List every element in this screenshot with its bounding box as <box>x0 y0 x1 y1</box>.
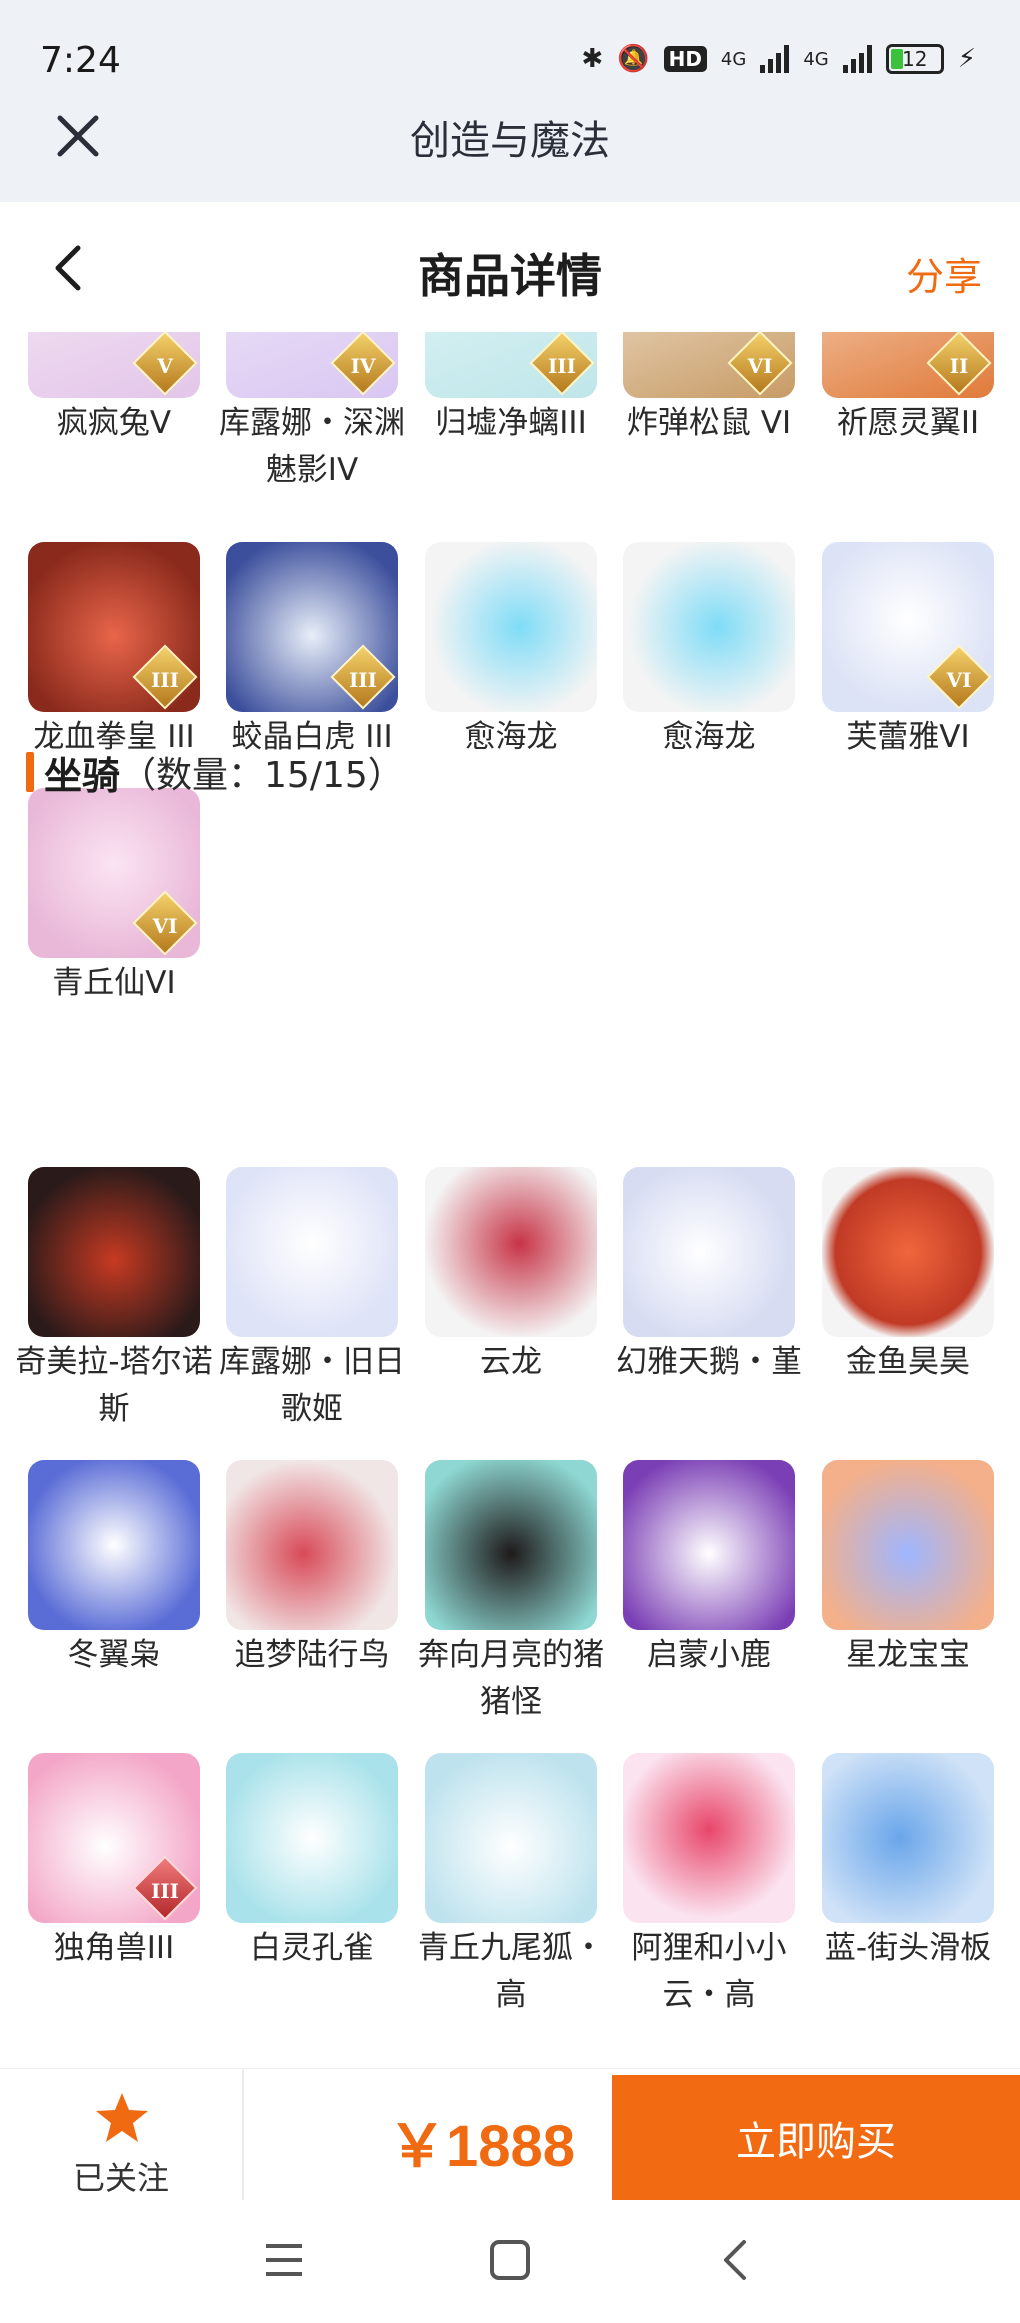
mount-name: 幻雅天鹅・堇 <box>616 1344 802 1380</box>
pet-name: 芙蕾雅VI <box>846 719 970 755</box>
pet-thumbnail <box>425 542 597 712</box>
home-icon[interactable] <box>480 2230 540 2290</box>
mount-name: 独角兽III <box>53 1930 175 1966</box>
pet-thumbnail: VI <box>28 788 200 958</box>
page-title: 商品详情 <box>418 249 602 303</box>
mount-name: 冬翼枭 <box>67 1637 161 1673</box>
top-bar: 7:24 ✱ 🔕 HD 4G 4G 12 ⚡ 创造与魔法 <box>0 0 1020 202</box>
page-header: 商品详情 分享 <box>0 202 1020 332</box>
pet-name: 青丘仙VI <box>52 965 176 1001</box>
network-label-1: 4G <box>720 48 747 70</box>
mount-thumbnail <box>623 1167 795 1337</box>
pet-thumbnail: V <box>28 332 200 398</box>
mount-thumbnail <box>226 1167 398 1337</box>
pet-thumbnail: VI <box>822 542 994 712</box>
mount-name: 蓝-街头滑板 <box>824 1930 992 1966</box>
mount-name: 启蒙小鹿 <box>647 1637 771 1673</box>
battery-icon: 12 <box>885 44 944 74</box>
mount-thumbnail <box>623 1753 795 1923</box>
mount-name: 追梦陆行鸟 <box>234 1637 390 1673</box>
mount-name: 奔向月亮的猪猪怪 <box>418 1637 604 1720</box>
menu-icon[interactable] <box>254 2230 314 2290</box>
network-label-2: 4G <box>803 48 829 70</box>
item-list[interactable]: V 疯疯兔V IV 库露娜・深渊魅影IV III 归墟净螭III VI 炸弹松鼠… <box>0 332 1020 2068</box>
mount-name: 金鱼昊昊 <box>846 1344 970 1380</box>
mount-name: 云龙 <box>480 1344 542 1380</box>
signal-icon <box>842 45 872 73</box>
pet-thumbnail: VI <box>623 332 795 398</box>
bluetooth-icon: ✱ <box>581 44 604 74</box>
mount-name: 奇美拉-塔尔诺斯 <box>15 1344 213 1427</box>
follow-button[interactable]: 已关注 <box>0 2069 244 2201</box>
mount-thumbnail <box>425 1460 597 1630</box>
system-nav-bar <box>0 2200 1020 2323</box>
follow-label: 已关注 <box>72 2159 169 2197</box>
buy-now-button[interactable]: 立即购买 <box>612 2075 1020 2201</box>
hd-icon: HD <box>663 46 707 72</box>
mount-name: 白灵孔雀 <box>250 1930 374 1966</box>
mount-name: 库露娜・旧日歌姬 <box>219 1344 405 1427</box>
status-icons: ✱ 🔕 HD 4G 4G 12 ⚡ <box>581 44 976 74</box>
pet-thumbnail: III <box>425 332 597 398</box>
status-time: 7:24 <box>40 40 121 81</box>
mount-thumbnail <box>226 1753 398 1923</box>
mount-name: 星龙宝宝 <box>846 1637 970 1673</box>
pet-thumbnail: III <box>28 542 200 712</box>
pet-name: 祈愿灵翼II <box>836 405 980 441</box>
pet-thumbnail: III <box>226 542 398 712</box>
pet-name: 愈海龙 <box>662 719 756 755</box>
pet-thumbnail: IV <box>226 332 398 398</box>
signal-icon <box>760 45 790 73</box>
charging-icon: ⚡ <box>957 44 976 74</box>
share-button[interactable]: 分享 <box>906 246 982 301</box>
mount-thumbnail <box>623 1460 795 1630</box>
mount-thumbnail <box>822 1460 994 1630</box>
star-icon <box>96 2093 148 2142</box>
pet-name: 炸弹松鼠 VI <box>626 405 792 441</box>
mount-thumbnail: III <box>28 1753 200 1923</box>
section-title: 坐骑 <box>44 753 121 798</box>
pet-thumbnail: II <box>822 332 994 398</box>
pet-name: 愈海龙 <box>464 719 558 755</box>
mounts-section-header: 坐骑 （数量：15/15） <box>26 747 404 798</box>
mute-bell-icon: 🔕 <box>617 44 650 74</box>
battery-level: 12 <box>902 47 928 71</box>
mount-name: 青丘九尾狐・高 <box>418 1930 604 2013</box>
purchase-bar: 已关注 ￥1888 立即购买 <box>0 2068 1020 2201</box>
mount-thumbnail <box>425 1753 597 1923</box>
pet-name: 库露娜・深渊魅影IV <box>219 405 405 488</box>
mount-thumbnail <box>28 1460 200 1630</box>
pet-thumbnail <box>623 542 795 712</box>
back-icon[interactable] <box>706 2230 766 2290</box>
mount-thumbnail <box>822 1753 994 1923</box>
pet-name: 归墟净螭III <box>435 405 587 441</box>
price: ￥1888 <box>388 2114 576 2179</box>
pet-name: 疯疯兔V <box>56 405 172 441</box>
app-title: 创造与魔法 <box>410 118 610 164</box>
mount-thumbnail <box>425 1167 597 1337</box>
mount-thumbnail <box>226 1460 398 1630</box>
mount-thumbnail <box>28 1167 200 1337</box>
mount-thumbnail <box>822 1167 994 1337</box>
section-accent-bar <box>26 752 34 792</box>
mount-name: 阿狸和小小云・高 <box>631 1930 787 2013</box>
section-count: （数量：15/15） <box>120 755 404 796</box>
